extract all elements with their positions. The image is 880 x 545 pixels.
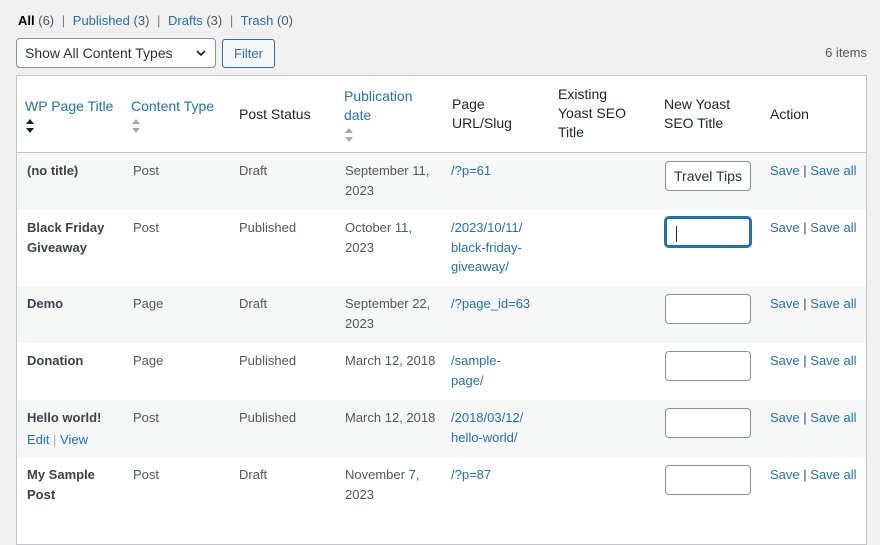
row-url-link[interactable]: /sample-page/ [451,353,501,388]
row-pub-date: September 11, 2023 [345,163,430,198]
table-header: WP Page Title Content Type Post Status P… [17,76,866,153]
row-url: /?p=61 [451,161,529,181]
save-button[interactable]: Save [770,353,800,368]
view-all[interactable]: All (6) [18,13,54,28]
chevron-down-icon [196,50,206,57]
table-row: Donation Page Published March 12, 2018 /… [17,343,866,400]
content-table: WP Page Title Content Type Post Status P… [16,75,867,545]
save-all-button[interactable]: Save all [810,296,856,311]
table-row: Demo Page Draft September 22, 2023 /?pag… [17,286,866,343]
row-title: Donation [27,353,84,368]
row-pub-date: October 11, 2023 [345,220,412,255]
row-url: /?p=87 [451,465,529,485]
row-pub-date: September 22, 2023 [345,296,431,331]
sort-icon [132,119,140,133]
save-all-button[interactable]: Save all [810,220,856,235]
column-header-new-seo: New Yoast SEO Title [664,96,731,131]
items-count: 6 items [825,45,867,60]
row-title: (no title) [27,163,79,178]
row-url-link[interactable]: /?page_id=63 [451,296,530,311]
column-header-content-type[interactable]: Content Type [131,97,214,134]
row-url: /2023/10/11/black-friday-giveaway/ [451,218,529,277]
row-title: My Sample Post [27,467,95,502]
row-title: Demo [27,296,64,311]
content-type-select[interactable]: Show All Content Types [16,38,216,68]
sort-icon [26,119,34,133]
save-all-button[interactable]: Save all [810,467,856,482]
view-published[interactable]: Published [73,13,130,28]
column-header-action: Action [770,106,809,122]
row-content-type: Page [133,296,164,311]
row-status: Published [239,410,297,425]
row-content-type: Page [133,353,164,368]
row-title: Hello world! Edit | View [27,408,122,449]
save-button[interactable]: Save [770,296,800,311]
new-seo-title-input[interactable] [665,294,751,324]
row-url-link[interactable]: /2023/10/11/black-friday-giveaway/ [451,220,522,274]
table-row: My Sample Post Post Draft November 7, 20… [17,457,866,514]
text-caret [676,226,677,243]
row-url: /2018/03/12/hello-world/ [451,408,529,447]
table-row: (no title) Post Draft September 11, 2023… [17,153,866,210]
save-all-button[interactable]: Save all [810,353,856,368]
separator: | [229,13,234,28]
row-actions: Save | Save all [770,410,857,425]
row-content-type: Post [133,163,160,178]
save-button[interactable]: Save [770,220,800,235]
save-all-button[interactable]: Save all [810,410,856,425]
separator: | [61,13,66,28]
row-content-type: Post [133,467,160,482]
save-button[interactable]: Save [770,410,800,425]
row-url: /?page_id=63 [451,294,541,314]
row-pub-date: November 7, 2023 [345,467,420,502]
row-status: Published [239,220,297,235]
column-header-title[interactable]: WP Page Title [25,97,113,134]
column-header-pub-date[interactable]: Publication date [344,87,434,143]
row-url: /sample-page/ [451,351,511,390]
edit-link[interactable]: Edit [27,432,49,447]
sort-icon [345,128,353,142]
table-row: Black Friday Giveaway Post Published Oct… [17,210,866,286]
new-seo-title-input[interactable] [665,351,751,381]
filter-button[interactable]: Filter [222,39,275,68]
new-seo-title-input[interactable]: Travel Tips [665,161,751,191]
row-status: Draft [239,467,268,482]
view-trash[interactable]: Trash [241,13,274,28]
save-button[interactable]: Save [770,163,800,178]
view-link[interactable]: View [60,432,88,447]
row-url-link[interactable]: /?p=87 [451,467,491,482]
row-url-link[interactable]: /2018/03/12/hello-world/ [451,410,523,445]
column-header-status: Post Status [239,106,311,122]
new-seo-title-input[interactable] [665,408,751,438]
row-pub-date: March 12, 2018 [345,353,436,368]
row-pub-date: March 12, 2018 [345,410,436,425]
row-actions: Save | Save all [770,163,857,178]
row-content-type: Post [133,220,160,235]
row-quick-actions: Edit | View [27,431,88,447]
row-actions: Save | Save all [770,467,857,482]
row-content-type: Post [133,410,160,425]
row-url-link[interactable]: /?p=61 [451,163,491,178]
row-actions: Save | Save all [770,353,857,368]
view-drafts[interactable]: Drafts [168,13,203,28]
column-header-url: Page URL/Slug [452,96,512,131]
column-header-existing-seo: Existing Yoast SEO Title [558,86,626,140]
row-status: Draft [239,163,268,178]
row-title: Black Friday Giveaway [27,220,105,255]
new-seo-title-input[interactable] [665,465,751,495]
row-status: Published [239,353,297,368]
separator: | [157,13,161,28]
row-actions: Save | Save all [770,220,857,235]
row-actions: Save | Save all [770,296,857,311]
new-seo-title-input[interactable] [665,217,751,247]
view-filters: All (6) | Published (3) | Drafts (3) | T… [18,13,293,28]
row-status: Draft [239,296,268,311]
save-all-button[interactable]: Save all [810,163,856,178]
table-row: Hello world! Edit | View Post Published … [17,400,866,457]
content-type-select-value: Show All Content Types [25,45,173,61]
save-button[interactable]: Save [770,467,800,482]
